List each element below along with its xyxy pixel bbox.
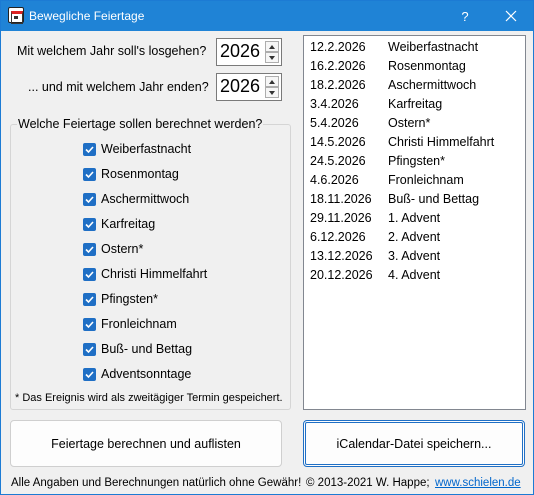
holiday-group-legend: Welche Feiertage sollen berechnet werden… [17, 117, 264, 131]
end-year-label: ... und mit welchem Jahr enden? [28, 80, 209, 94]
checkmark-icon [85, 320, 94, 328]
copyright-text: © 2013-2021 W. Happe; [306, 477, 430, 489]
window-title: Bewegliche Feiertage [29, 9, 145, 23]
holiday-checkbox-row[interactable]: Weiberfastnacht [83, 141, 191, 157]
start-year-spinner[interactable]: 2026 [216, 38, 282, 66]
start-year-label: Mit welchem Jahr soll's losgehen? [17, 44, 207, 58]
holiday-checkbox-row[interactable]: Aschermittwoch [83, 191, 189, 207]
checkbox-label[interactable]: Aschermittwoch [101, 192, 189, 206]
calculate-button[interactable]: Feiertage berechnen und auflisten [10, 420, 282, 467]
result-holiday-name: Ostern* [388, 116, 431, 130]
result-date: 24.5.2026 [310, 154, 366, 168]
checkmark-icon [85, 245, 94, 253]
checkbox-label[interactable]: Fronleichnam [101, 317, 177, 331]
result-holiday-name: Pfingsten* [388, 154, 445, 168]
checkbox[interactable] [83, 317, 96, 331]
checkbox-label[interactable]: Rosenmontag [101, 167, 179, 181]
holiday-checkbox-row[interactable]: Karfreitag [83, 216, 155, 232]
result-date: 18.11.2026 [310, 192, 372, 206]
checkbox[interactable] [83, 367, 96, 381]
checkmark-icon [85, 220, 94, 228]
checkbox-label[interactable]: Pfingsten* [101, 292, 158, 306]
holiday-checkbox-row[interactable]: Christi Himmelfahrt [83, 266, 207, 282]
checkmark-icon [85, 195, 94, 203]
result-holiday-name: 4. Advent [388, 268, 441, 282]
end-year-up-button[interactable] [265, 76, 279, 87]
checkbox[interactable] [83, 167, 96, 181]
result-holiday-name: Karfreitag [388, 97, 443, 111]
result-date: 5.4.2026 [310, 116, 359, 130]
result-holiday-name: 3. Advent [388, 249, 441, 263]
result-date: 20.12.2026 [310, 268, 373, 282]
help-button[interactable]: ? [444, 1, 486, 31]
result-date: 18.2.2026 [310, 78, 366, 92]
checkbox-label[interactable]: Ostern* [101, 242, 143, 256]
end-year-value[interactable]: 2026 [220, 76, 260, 97]
result-holiday-name: 2. Advent [388, 230, 441, 244]
result-holiday-name: Buß- und Bettag [388, 192, 480, 206]
result-holiday-name: Weiberfastnacht [388, 40, 479, 54]
checkmark-icon [85, 270, 94, 278]
results-listbox[interactable]: 12.2.2026 Weiberfastnacht 16.2.2026 Rosenmo… [303, 35, 526, 410]
two-day-note: * Das Ereignis wird als zweitägiger Term… [15, 392, 283, 404]
checkmark-icon [85, 145, 94, 153]
checkbox-label[interactable]: Christi Himmelfahrt [101, 267, 207, 281]
result-date: 6.12.2026 [310, 230, 366, 244]
holiday-checkbox-row[interactable]: Fronleichnam [83, 316, 177, 332]
save-ical-button[interactable]: iCalendar-Datei speichern... [303, 420, 525, 467]
checkbox-label[interactable]: Buß- und Bettag [101, 342, 192, 356]
app-window: Bewegliche Feiertage ? Mit welchem Jahr … [0, 0, 534, 495]
result-date: 4.6.2026 [310, 173, 359, 187]
checkbox[interactable] [83, 142, 96, 156]
result-holiday-name: Aschermittwoch [388, 78, 477, 92]
holiday-checkbox-row[interactable]: Buß- und Bettag [83, 341, 192, 357]
app-calendar-icon [8, 7, 24, 24]
disclaimer-text: Alle Angaben und Berechnungen natürlich … [11, 477, 302, 489]
checkbox[interactable] [83, 342, 96, 356]
start-year-up-button[interactable] [265, 41, 279, 52]
result-date: 29.11.2026 [310, 211, 372, 225]
start-year-value[interactable]: 2026 [220, 41, 260, 62]
result-date: 14.5.2026 [310, 135, 366, 149]
checkbox[interactable] [83, 217, 96, 231]
checkbox[interactable] [83, 267, 96, 281]
holiday-checkbox-row[interactable]: Rosenmontag [83, 166, 179, 182]
result-date: 16.2.2026 [310, 59, 366, 73]
end-year-spinner[interactable]: 2026 [216, 73, 282, 101]
end-year-down-button[interactable] [265, 87, 279, 98]
holiday-checkbox-row[interactable]: Adventsonntage [83, 366, 191, 382]
holiday-checkbox-row[interactable]: Pfingsten* [83, 291, 158, 307]
close-button[interactable] [490, 1, 532, 31]
title-bar[interactable]: Bewegliche Feiertage ? [1, 1, 533, 31]
checkbox-label[interactable]: Weiberfastnacht [101, 142, 191, 156]
result-holiday-name: Fronleichnam [388, 173, 464, 187]
checkmark-icon [85, 370, 94, 378]
result-holiday-name: Rosenmontag [388, 59, 466, 73]
checkbox[interactable] [83, 292, 96, 306]
result-holiday-name: Christi Himmelfahrt [388, 135, 495, 149]
checkmark-icon [85, 295, 94, 303]
result-date: 3.4.2026 [310, 97, 359, 111]
result-date: 12.2.2026 [310, 40, 366, 54]
checkbox-label[interactable]: Adventsonntage [101, 367, 191, 381]
checkbox[interactable] [83, 192, 96, 206]
result-date: 13.12.2026 [310, 249, 373, 263]
checkbox[interactable] [83, 242, 96, 256]
holiday-checkbox-row[interactable]: Ostern* [83, 241, 143, 257]
checkbox-label[interactable]: Karfreitag [101, 217, 155, 231]
checkmark-icon [85, 345, 94, 353]
website-link[interactable]: www.schielen.de [435, 477, 521, 489]
checkmark-icon [85, 170, 94, 178]
close-icon [505, 10, 517, 22]
start-year-down-button[interactable] [265, 52, 279, 63]
result-holiday-name: 1. Advent [388, 211, 441, 225]
